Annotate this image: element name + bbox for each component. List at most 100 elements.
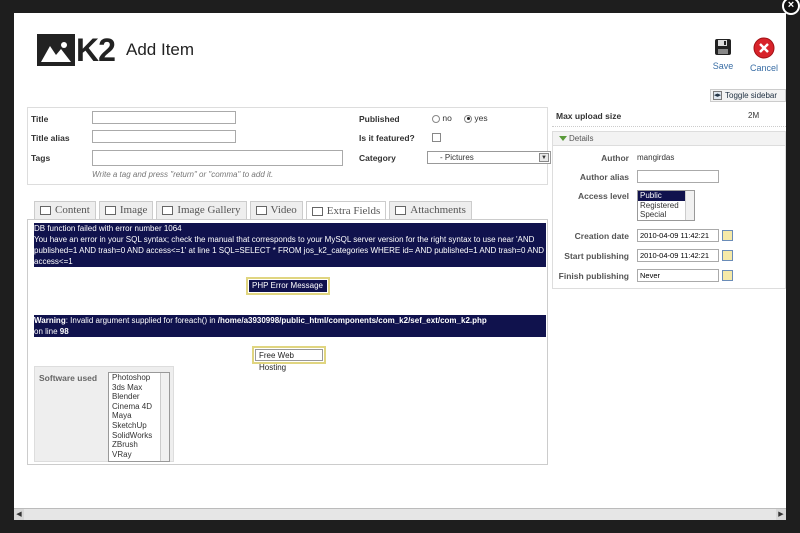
tab-extra-fields[interactable]: Extra Fields [305, 201, 387, 220]
document-icon [40, 206, 51, 215]
category-select[interactable]: - Pictures ▼ [427, 151, 551, 164]
featured-label: Is it featured? [359, 133, 415, 143]
tab-attachments[interactable]: Attachments [389, 201, 472, 219]
start-publishing-input[interactable] [637, 249, 719, 262]
extra-fields-content: DB function failed with error number 106… [27, 219, 548, 465]
list-scrollbar[interactable] [685, 191, 694, 220]
creation-date-input[interactable] [637, 229, 719, 242]
toggle-sidebar-label: Toggle sidebar [725, 91, 778, 100]
tab-label: Image [119, 204, 148, 216]
calendar-icon[interactable] [722, 230, 733, 241]
free-hosting-label: Free Web Hosting [255, 349, 323, 372]
toggle-sidebar-button[interactable]: ◂▸ Toggle sidebar [710, 89, 786, 102]
php-error-label: PHP Error Message [249, 280, 327, 292]
tab-label: Image Gallery [177, 204, 241, 216]
sql-error-text: You have an error in your SQL syntax; ch… [34, 235, 545, 266]
warning-label: Warning [34, 316, 66, 325]
max-upload-row: Max upload size 2M [552, 107, 786, 127]
category-value: - Pictures [440, 153, 474, 162]
title-alias-input[interactable] [92, 130, 236, 143]
category-label: Category [359, 153, 396, 163]
creation-date-label: Creation date [574, 231, 629, 241]
published-yes-option[interactable]: yes [464, 113, 488, 123]
save-button[interactable]: Save [706, 37, 740, 71]
title-input[interactable] [92, 111, 236, 124]
published-no-label: no [442, 113, 452, 123]
save-label: Save [712, 61, 734, 71]
details-panel: Details Author mangirdas Author alias Ac… [552, 131, 786, 289]
modal-window: K2 Add Item Save Cancel ◂▸ Toggle sideba… [14, 13, 786, 520]
details-label: Details [569, 134, 594, 143]
tags-input[interactable] [92, 150, 343, 166]
cancel-label: Cancel [749, 63, 778, 73]
item-tabs: Content Image Image Gallery Video Extra … [34, 201, 475, 220]
chevron-down-icon[interactable]: ▼ [539, 153, 549, 162]
published-no-radio[interactable] [432, 114, 440, 123]
tab-image-gallery[interactable]: Image Gallery [156, 201, 247, 219]
access-level-label: Access level [577, 191, 629, 201]
php-error-message-button[interactable]: PHP Error Message [246, 277, 330, 295]
published-yes-radio[interactable] [464, 114, 472, 123]
tab-video[interactable]: Video [249, 201, 303, 219]
finish-publishing-input[interactable] [637, 269, 719, 282]
max-upload-value: 2M [748, 111, 760, 120]
title-label: Title [31, 114, 49, 124]
scroll-left-icon[interactable]: ◀ [14, 509, 24, 520]
logo-text: K2 [76, 32, 116, 68]
warning-path: /home/a3930998/public_html/components/co… [217, 316, 487, 325]
db-error-title: DB function failed with error number 106… [34, 224, 182, 233]
floppy-disk-icon [715, 39, 731, 55]
scroll-right-icon[interactable]: ▶ [776, 509, 786, 520]
author-value: mangirdas [637, 153, 675, 162]
start-publishing-label: Start publishing [564, 251, 629, 261]
db-error-message: DB function failed with error number 106… [34, 223, 546, 267]
calendar-icon[interactable] [722, 250, 733, 261]
list-item[interactable]: Special [638, 210, 685, 220]
published-label: Published [359, 114, 400, 124]
puzzle-icon [311, 206, 323, 216]
calendar-icon[interactable] [722, 270, 733, 281]
basic-fields-panel: Title Title alias Tags Write a tag and p… [27, 107, 551, 185]
gallery-icon [162, 206, 174, 215]
finish-publishing-label: Finish publishing [558, 271, 629, 281]
video-icon [255, 206, 267, 215]
tags-hint: Write a tag and press "return" or "comma… [92, 170, 274, 179]
published-no-option[interactable]: no [432, 113, 452, 123]
list-item[interactable]: Public [638, 191, 685, 201]
tags-label: Tags [31, 153, 51, 163]
list-scrollbar[interactable] [160, 373, 169, 461]
software-used-list[interactable]: Photoshop 3ds Max Blender Cinema 4D Maya… [108, 372, 170, 462]
warning-message: Warning: Invalid argument supplied for f… [34, 315, 546, 337]
max-upload-label: Max upload size [556, 111, 622, 121]
tab-image[interactable]: Image [98, 201, 154, 219]
author-alias-input[interactable] [637, 170, 719, 183]
tab-label: Attachments [410, 204, 466, 216]
toggle-arrows-icon: ◂▸ [713, 91, 722, 100]
close-icon[interactable]: × [782, 0, 800, 15]
free-web-hosting-button[interactable]: Free Web Hosting [252, 346, 326, 372]
featured-checkbox[interactable] [432, 133, 441, 142]
tab-label: Content [55, 204, 90, 216]
title-alias-label: Title alias [31, 133, 70, 143]
warning-line: 98 [59, 327, 69, 336]
tab-label: Extra Fields [326, 204, 381, 217]
software-used-label: Software used [39, 373, 98, 383]
access-level-list[interactable]: Public Registered Special [637, 190, 695, 221]
software-used-field: Software used Photoshop 3ds Max Blender … [34, 366, 174, 462]
k2-logo-icon [37, 34, 75, 66]
collapse-arrow-icon [559, 136, 567, 141]
author-alias-label: Author alias [579, 172, 629, 182]
details-header[interactable]: Details [553, 132, 785, 146]
author-label: Author [601, 153, 629, 163]
warning-text: : Invalid argument supplied for foreach(… [65, 316, 218, 325]
published-yes-label: yes [474, 113, 488, 123]
horizontal-scrollbar[interactable]: ◀ ▶ [14, 508, 786, 520]
list-item[interactable]: Registered [638, 201, 685, 211]
page-title: Add Item [126, 40, 195, 59]
cancel-button[interactable]: Cancel [747, 37, 781, 73]
tab-label: Video [270, 204, 297, 216]
warning-line-prefix: on line [34, 327, 60, 336]
cancel-icon [753, 37, 775, 59]
image-icon [104, 206, 116, 215]
tab-content[interactable]: Content [34, 201, 96, 219]
